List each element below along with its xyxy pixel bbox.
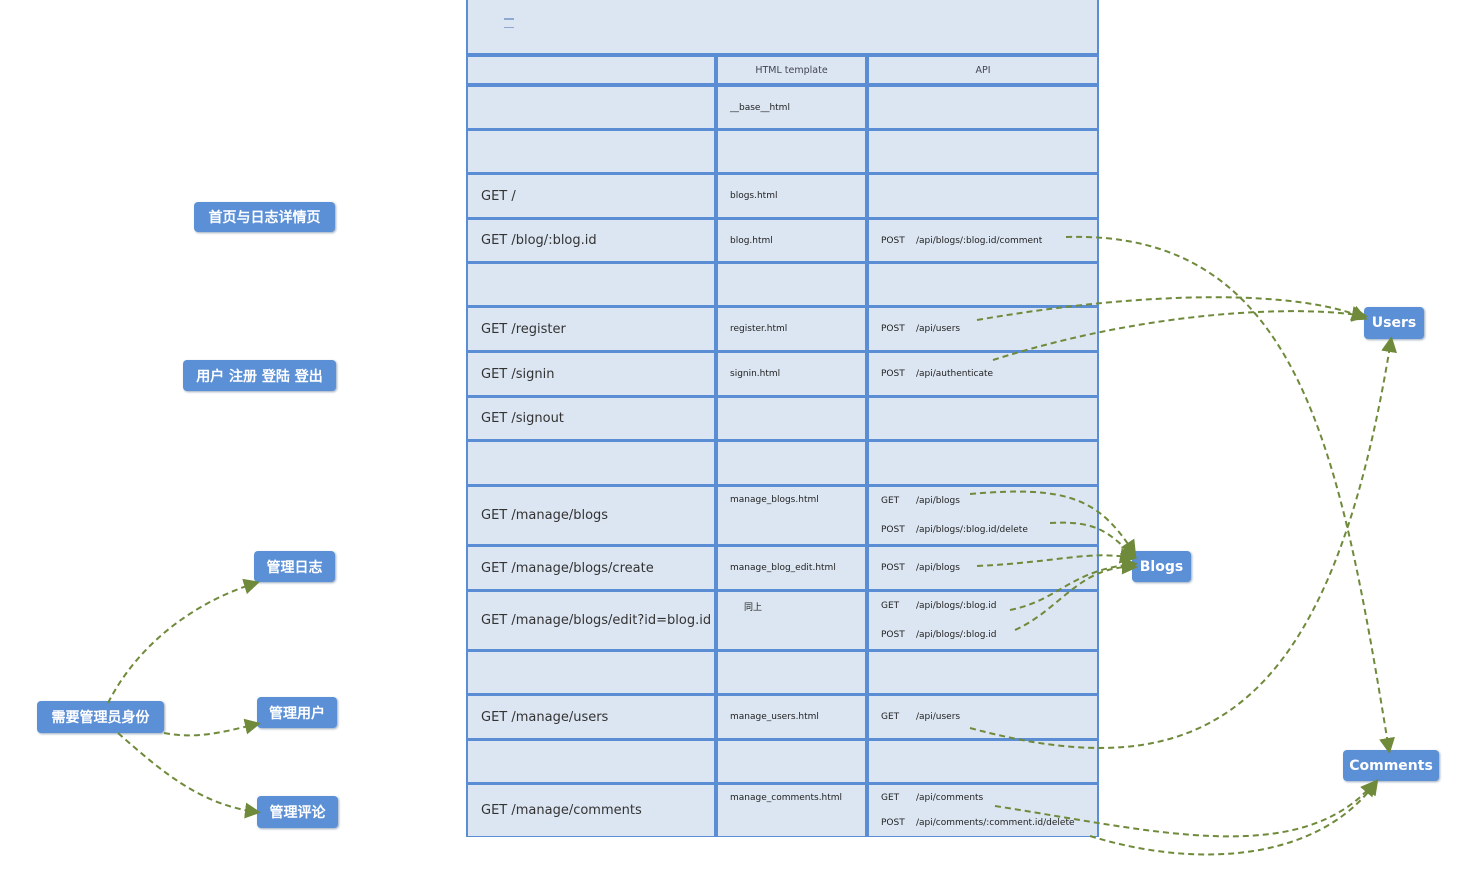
arrow-overlay bbox=[107, 235, 1397, 856]
arrow-users-to-users bbox=[976, 296, 1368, 321]
arrow-admin-manage-blogs bbox=[107, 578, 260, 704]
arrow-admin-manage-comments bbox=[117, 732, 261, 819]
arrow-post-blogs bbox=[976, 547, 1136, 567]
arrow-admin-manage-users bbox=[163, 718, 261, 737]
arrow-get-comments bbox=[994, 779, 1377, 838]
arrow-manage-users-to-users bbox=[969, 336, 1397, 749]
arrow-post-blog bbox=[1014, 558, 1138, 631]
arrow-delete-blog bbox=[1049, 521, 1138, 559]
arrow-get-blog bbox=[1009, 557, 1138, 611]
arrow-delete-comment bbox=[1089, 778, 1379, 856]
arrow-authenticate-to-users bbox=[992, 306, 1368, 361]
